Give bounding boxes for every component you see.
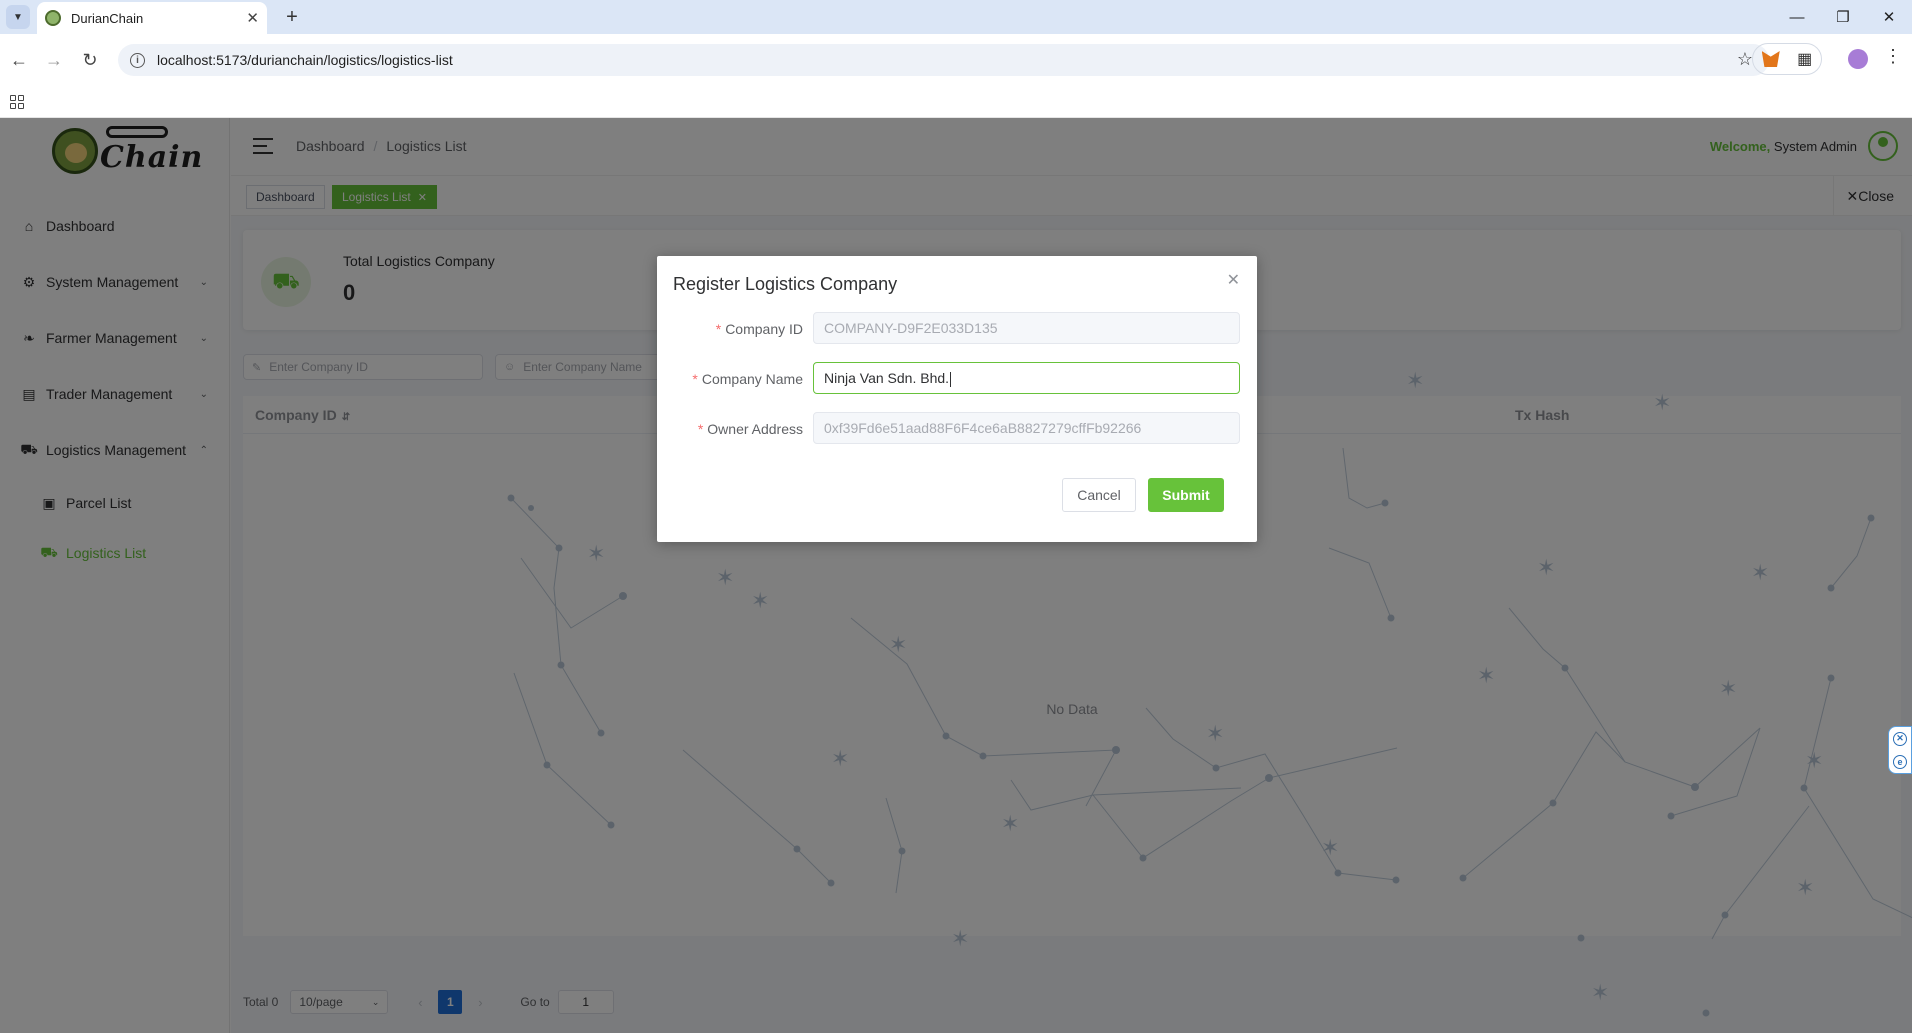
profile-avatar[interactable] (1848, 49, 1868, 69)
close-icon[interactable]: ✕ (1227, 270, 1240, 290)
form-row-owner-address: * Owner Address 0xf39Fd6e51aad88F6F4ce6aB… (657, 412, 1257, 446)
puzzle-extensions-icon[interactable]: ▦ (1797, 49, 1812, 69)
more-menu-icon[interactable]: ⋮ (1884, 46, 1902, 67)
browser-navbar: ← → ↻ i localhost:5173/durianchain/logis… (0, 34, 1912, 86)
required-mark: * (697, 421, 704, 437)
form-label: * Company Name (692, 371, 803, 387)
tab-title: DurianChain (71, 10, 144, 26)
back-button[interactable]: ← (6, 47, 32, 73)
close-circle-icon[interactable]: ✕ (1893, 731, 1907, 746)
label-text: Owner Address (707, 421, 803, 437)
restore-button[interactable]: ❐ (1820, 0, 1866, 34)
label-text: Company ID (725, 321, 803, 337)
site-info-icon[interactable]: i (130, 52, 145, 68)
minimize-button[interactable]: — (1774, 0, 1820, 34)
register-logistics-dialog: Register Logistics Company ✕ * Company ID… (657, 256, 1257, 542)
new-tab-button[interactable]: + (280, 5, 304, 29)
form-label: * Owner Address (698, 421, 803, 437)
owner-address-field[interactable]: 0xf39Fd6e51aad88F6F4ce6aB8827279cffFb922… (813, 412, 1240, 444)
close-icon[interactable]: ✕ (246, 9, 259, 27)
window-controls: — ❐ ✕ (1774, 0, 1912, 34)
extension-logo-icon[interactable]: e (1893, 754, 1907, 769)
apps-grid-icon[interactable] (10, 95, 24, 109)
reload-button[interactable]: ↻ (77, 47, 103, 73)
bookmarks-bar (0, 86, 1912, 118)
text-caret (950, 371, 952, 387)
browser-tabbar: ▼ DurianChain ✕ + — ❐ ✕ (0, 0, 1912, 34)
bookmark-star-icon[interactable]: ☆ (1737, 49, 1753, 70)
extensions-group: ▦ (1752, 43, 1822, 75)
tab-search-button[interactable]: ▼ (6, 5, 30, 29)
submit-button[interactable]: Submit (1148, 478, 1224, 512)
form-row-company-id: * Company ID COMPANY-D9F2E033D135 (657, 312, 1257, 346)
company-name-field[interactable]: Ninja Van Sdn. Bhd. (813, 362, 1240, 394)
metamask-fox-icon[interactable] (1761, 51, 1780, 67)
form-row-company-name: * Company Name Ninja Van Sdn. Bhd. (657, 362, 1257, 396)
cancel-button[interactable]: Cancel (1062, 478, 1136, 512)
browser-tab[interactable]: DurianChain ✕ (37, 2, 267, 34)
form-label: * Company ID (716, 321, 803, 337)
floating-side-widget: ✕ e (1888, 726, 1912, 774)
required-mark: * (692, 371, 698, 387)
durian-favicon-icon (45, 10, 61, 26)
address-bar[interactable]: i localhost:5173/durianchain/logistics/l… (118, 44, 1769, 76)
window-close-button[interactable]: ✕ (1866, 0, 1912, 34)
dialog-title: Register Logistics Company (673, 274, 898, 294)
chevron-down-icon: ▼ (13, 11, 23, 23)
required-mark: * (715, 321, 722, 337)
label-text: Company Name (701, 371, 803, 387)
url-text: localhost:5173/durianchain/logistics/log… (157, 52, 453, 68)
company-name-value: Ninja Van Sdn. Bhd. (824, 370, 950, 386)
forward-button[interactable]: → (41, 47, 67, 73)
company-id-field[interactable]: COMPANY-D9F2E033D135 (813, 312, 1240, 344)
